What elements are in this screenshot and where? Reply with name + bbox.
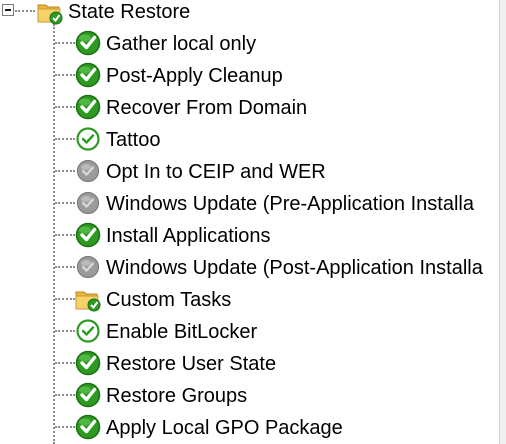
enabled-check-icon xyxy=(74,349,102,377)
tree-connector-line xyxy=(55,106,75,108)
tree-connector-line xyxy=(55,74,75,76)
tree-connector-line xyxy=(55,138,75,140)
tree-connector-line xyxy=(55,330,75,332)
tree-node-label: Gather local only xyxy=(106,33,257,55)
tree-node-recover-from-domain[interactable]: Recover From Domain xyxy=(0,92,499,124)
tree-node-label: Recover From Domain xyxy=(106,97,308,119)
disabled-gray-icon xyxy=(74,189,102,217)
tree-node-label: Windows Update (Post-Application Install… xyxy=(106,257,483,279)
tree-node-label: Restore User State xyxy=(106,353,277,375)
tree-node-tattoo[interactable]: Tattoo xyxy=(0,124,499,156)
enabled-check-icon xyxy=(74,413,102,441)
tree-node-restore-user-state[interactable]: Restore User State xyxy=(0,348,499,380)
enabled-check-icon xyxy=(74,93,102,121)
enabled-check-icon xyxy=(74,221,102,249)
disabled-gray-icon xyxy=(74,253,102,281)
tree-node-label: Enable BitLocker xyxy=(106,321,258,343)
tree-node-install-applications[interactable]: Install Applications xyxy=(0,220,499,252)
tree-node-label: Custom Tasks xyxy=(106,289,232,311)
collapse-minus-icon[interactable] xyxy=(2,4,14,16)
tree-node-label: Restore Groups xyxy=(106,385,248,407)
tree-connector-line xyxy=(15,10,35,12)
tree-connector-line xyxy=(55,42,75,44)
check-outline-icon xyxy=(74,125,102,153)
tree-node-label: Install Applications xyxy=(106,225,271,247)
tree-node-post-apply-cleanup[interactable]: Post-Apply Cleanup xyxy=(0,60,499,92)
tree-node-label: State Restore xyxy=(68,1,191,23)
tree-node-apply-local-gpo-package[interactable]: Apply Local GPO Package xyxy=(0,412,499,444)
tree-connector-line xyxy=(55,298,75,300)
enabled-check-icon xyxy=(74,381,102,409)
disabled-gray-icon xyxy=(74,157,102,185)
tree-connector-line xyxy=(55,234,75,236)
group-folder-check-icon xyxy=(36,0,64,26)
tree-node-windows-update-pre-application-installa[interactable]: Windows Update (Pre-Application Installa xyxy=(0,188,499,220)
task-sequence-tree[interactable]: State Restore Gather local only Post-Appl… xyxy=(0,0,499,444)
tree-node-restore-groups[interactable]: Restore Groups xyxy=(0,380,499,412)
tree-connector-line xyxy=(55,202,75,204)
tree-connector-line xyxy=(55,170,75,172)
tree-node-label: Post-Apply Cleanup xyxy=(106,65,283,87)
tree-connector-line xyxy=(55,426,75,428)
group-folder-check-icon xyxy=(74,285,102,313)
tree-node-custom-tasks[interactable]: Custom Tasks xyxy=(0,284,499,316)
tree-node-windows-update-post-application-installa[interactable]: Windows Update (Post-Application Install… xyxy=(0,252,499,284)
tree-node-opt-in-to-ceip-and-wer[interactable]: Opt In to CEIP and WER xyxy=(0,156,499,188)
tree-connector-line xyxy=(55,266,75,268)
tree-connector-line xyxy=(55,362,75,364)
tree-node-enable-bitlocker[interactable]: Enable BitLocker xyxy=(0,316,499,348)
tree-node-label: Tattoo xyxy=(106,129,161,151)
tree-connector-line xyxy=(55,394,75,396)
tree-node-label: Apply Local GPO Package xyxy=(106,417,343,439)
enabled-check-icon xyxy=(74,29,102,57)
check-outline-icon xyxy=(74,317,102,345)
tree-node-label: Windows Update (Pre-Application Installa xyxy=(106,193,474,215)
vertical-scrollbar[interactable] xyxy=(500,0,506,444)
tree-node-label: Opt In to CEIP and WER xyxy=(106,161,326,183)
tree-node-gather-local-only[interactable]: Gather local only xyxy=(0,28,499,60)
enabled-check-icon xyxy=(74,61,102,89)
